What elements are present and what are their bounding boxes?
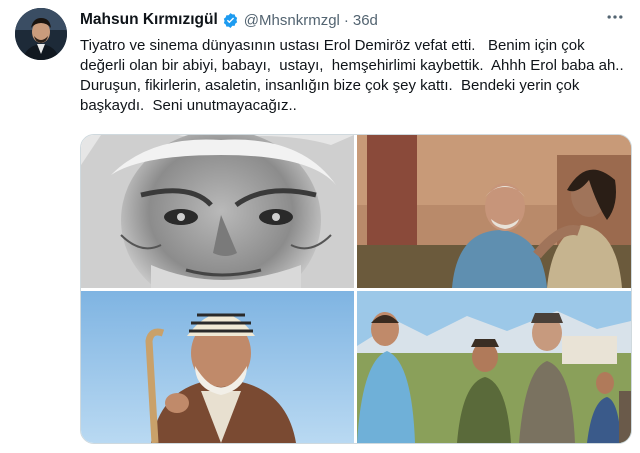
verified-badge-icon <box>222 12 239 29</box>
author-handle[interactable]: @Mhsnkrmzgl <box>244 12 340 29</box>
photo-bw-portrait[interactable] <box>81 135 354 288</box>
author-name[interactable]: Mahsun Kırmızıgül <box>80 11 218 29</box>
photo-elderly-man-cane[interactable] <box>81 291 354 443</box>
media-grid <box>80 134 632 444</box>
tweet-header: Mahsun Kırmızıgül @Mhsnkrmzgl · 36d <box>80 10 378 30</box>
separator-dot: · <box>343 11 349 29</box>
photo-film-still-2[interactable] <box>357 291 631 443</box>
photo-film-still-1[interactable] <box>357 135 631 288</box>
more-horizontal-icon[interactable] <box>604 8 626 26</box>
tweet-text: Tiyatro ve sinema dünyasının ustası Erol… <box>80 37 632 114</box>
author-avatar[interactable] <box>15 8 67 60</box>
tweet-timestamp[interactable]: 36d <box>353 12 378 29</box>
